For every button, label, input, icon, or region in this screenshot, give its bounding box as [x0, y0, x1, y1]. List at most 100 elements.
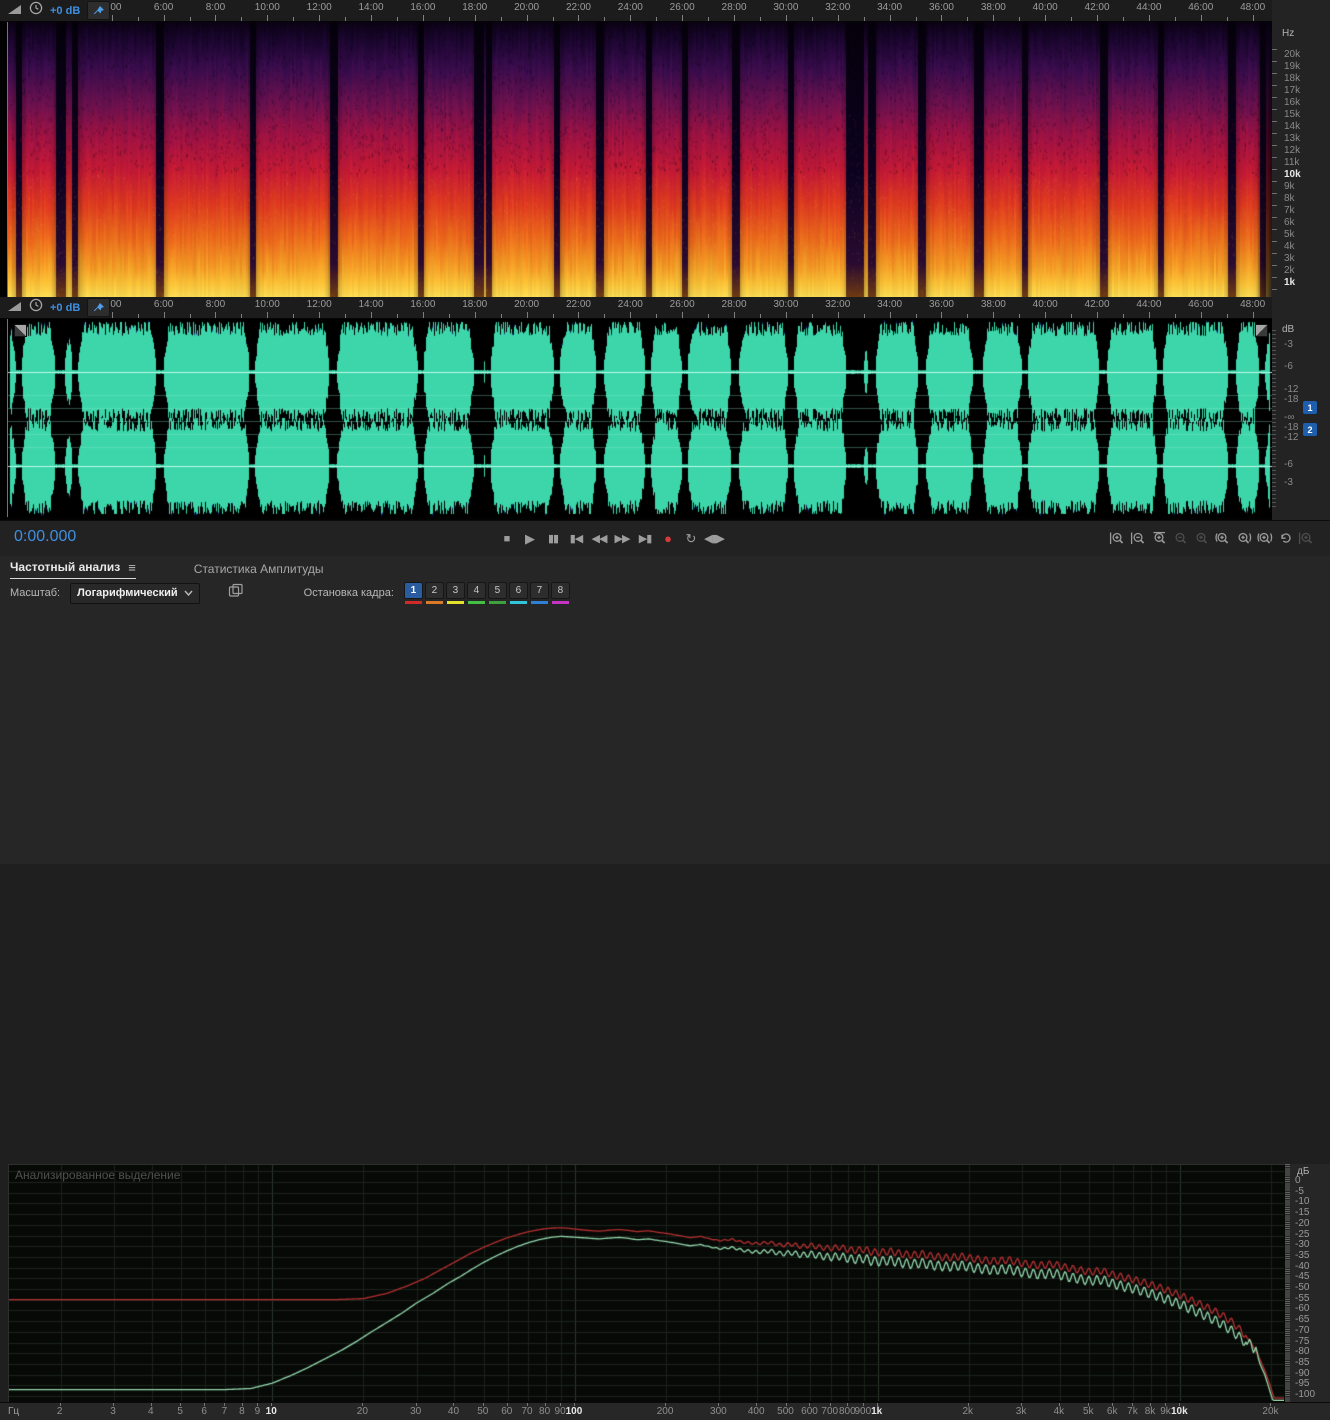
zoom-to-selection-button[interactable]: [1150, 529, 1169, 548]
waveform-display[interactable]: [8, 319, 1272, 517]
spectrogram-timeline-ruler[interactable]: 4:00 6:00 8:00 10:00 12:00 14:00 16:00 18:00 20:…: [0, 0, 1272, 22]
db-axis-label: -30: [1295, 1239, 1310, 1251]
pin-button[interactable]: [87, 298, 111, 317]
spectrum-plot[interactable]: Анализированное выделение: [8, 1164, 1285, 1402]
frame-hold-button-7[interactable]: 7: [529, 582, 549, 599]
rewind-button[interactable]: ◀◀: [589, 529, 609, 548]
db-axis-label: -70: [1295, 1324, 1310, 1336]
fade-ramp-icon[interactable]: [7, 2, 22, 20]
timeline-label: 42:00: [1084, 299, 1110, 310]
timeline-tick: [915, 17, 917, 21]
skip-to-end-button[interactable]: ▶▮: [635, 529, 655, 548]
timeline-tick: [889, 15, 891, 21]
timeline-tick: [111, 312, 113, 318]
timeline-tick: [1097, 15, 1099, 21]
db-axis-label: 0: [1295, 1175, 1301, 1186]
skip-to-start-button[interactable]: ▮◀: [566, 529, 586, 548]
clock-icon[interactable]: [29, 1, 43, 20]
frequency-axis-tick: [482, 1403, 484, 1406]
timeline-label: 46:00: [1188, 2, 1214, 13]
frame-hold-color-swatch: [509, 601, 527, 604]
timeline-tick: [1148, 312, 1150, 318]
timeline-label: 46:00: [1188, 299, 1214, 310]
frame-hold-button-6[interactable]: 6: [508, 582, 528, 599]
plot-db-axis: дБ 0 -5 -10 -15 -20 -25 -30 -35 -40 -45 -50 -55 -60-…: [1285, 1164, 1330, 1402]
timeline-tick: [500, 314, 502, 318]
zoom-amplitude-button[interactable]: [1192, 529, 1211, 548]
timeline-tick: [422, 15, 424, 21]
timeline-tick: [267, 312, 269, 318]
clock-icon[interactable]: [29, 298, 43, 317]
timeline-label: 38:00: [980, 2, 1006, 13]
spectrogram-display[interactable]: [8, 22, 1272, 297]
spectrum-plot-canvas[interactable]: [9, 1165, 1284, 1401]
zoom-out-full-button[interactable]: [1171, 529, 1190, 548]
timeline-tick: [734, 15, 736, 21]
db-axis-label: -35: [1295, 1249, 1310, 1261]
playhead-time-display[interactable]: 0:00.000: [14, 528, 76, 546]
tab-amplitude-statistics[interactable]: Статистика Амплитуды: [194, 562, 324, 576]
panel-menu-icon[interactable]: ≡: [128, 560, 136, 575]
frequency-axis-label: 30: [410, 1406, 422, 1417]
frame-hold-button-4[interactable]: 4: [466, 582, 486, 599]
playhead-line[interactable]: [7, 319, 8, 517]
frame-hold-4: 4: [466, 582, 486, 604]
waveform-timeline-ruler[interactable]: 4:00 6:00 8:00 10:00 12:00 14:00 16:00 18:00 20:…: [0, 297, 1272, 319]
frame-hold-color-swatch: [446, 601, 464, 604]
timeline-label: 20:00: [514, 299, 540, 310]
amplitude-tick-label: -18: [1284, 394, 1299, 405]
zoom-in-vertical-button[interactable]: [1108, 529, 1127, 548]
channel-2-badge[interactable]: 2: [1303, 423, 1317, 436]
pin-button[interactable]: [87, 1, 111, 20]
zoom-out-point-button[interactable]: [1234, 529, 1253, 548]
play-button[interactable]: ▶: [520, 529, 540, 548]
copy-frames-icon[interactable]: [228, 583, 244, 603]
zoom-in-point-button[interactable]: [1213, 529, 1232, 548]
timeline-tick: [526, 312, 528, 318]
fade-out-handle[interactable]: [1255, 324, 1268, 337]
timeline-tick: [1200, 15, 1202, 21]
zoom-out-vertical-button[interactable]: [1129, 529, 1148, 548]
channel-1-badge[interactable]: 1: [1303, 401, 1317, 414]
timeline-tick: [1148, 15, 1150, 21]
loop-playback-button[interactable]: ↻: [681, 529, 701, 548]
timeline-label: 26:00: [669, 299, 695, 310]
timeline-label: 30:00: [773, 299, 799, 310]
gain-value[interactable]: +0 dB: [50, 302, 80, 314]
zoom-selection-width-button[interactable]: [1255, 529, 1274, 548]
tab-frequency-analysis[interactable]: Частотный анализ ≡: [10, 560, 136, 579]
timeline-label: 44:00: [1136, 2, 1162, 13]
timeline-label: 34:00: [877, 299, 903, 310]
fade-in-handle[interactable]: [14, 324, 27, 337]
gain-value[interactable]: +0 dB: [50, 5, 80, 17]
frame-hold-button-3[interactable]: 3: [445, 582, 465, 599]
frame-hold-button-2[interactable]: 2: [424, 582, 444, 599]
stop-button[interactable]: ■: [497, 529, 517, 548]
fast-forward-button[interactable]: ▶▶: [612, 529, 632, 548]
frame-hold-button-1[interactable]: 1: [403, 582, 423, 599]
timeline-label: 6:00: [153, 299, 174, 310]
playhead-line[interactable]: [7, 22, 8, 297]
chevron-down-icon: [184, 590, 193, 596]
timeline-label: 36:00: [928, 2, 954, 13]
db-axis-label: -90: [1295, 1367, 1310, 1379]
history-revert-button[interactable]: [1276, 529, 1295, 548]
timeline-tick: [682, 15, 684, 21]
skip-playhead-button[interactable]: ◀▮▶: [704, 529, 725, 548]
timeline-tick: [137, 17, 139, 21]
frequency-axis-label: 1k: [871, 1406, 883, 1417]
db-axis-label: -40: [1295, 1260, 1310, 1272]
fade-ramp-icon[interactable]: [7, 299, 22, 317]
timeline-tick: [448, 17, 450, 21]
zoom-reset-button[interactable]: [1297, 529, 1316, 548]
record-button[interactable]: ●: [658, 529, 678, 548]
frequency-axis-tick: [1021, 1403, 1023, 1406]
pause-button[interactable]: ▮▮: [543, 529, 563, 548]
timeline-tick: [189, 314, 191, 318]
frame-hold-button-5[interactable]: 5: [487, 582, 507, 599]
timeline-label: 10:00: [254, 2, 280, 13]
timeline-tick: [189, 17, 191, 21]
frame-hold-button-8[interactable]: 8: [550, 582, 570, 599]
frequency-axis-label: 10k: [1171, 1406, 1188, 1417]
scale-dropdown[interactable]: Логарифмический: [70, 582, 200, 604]
